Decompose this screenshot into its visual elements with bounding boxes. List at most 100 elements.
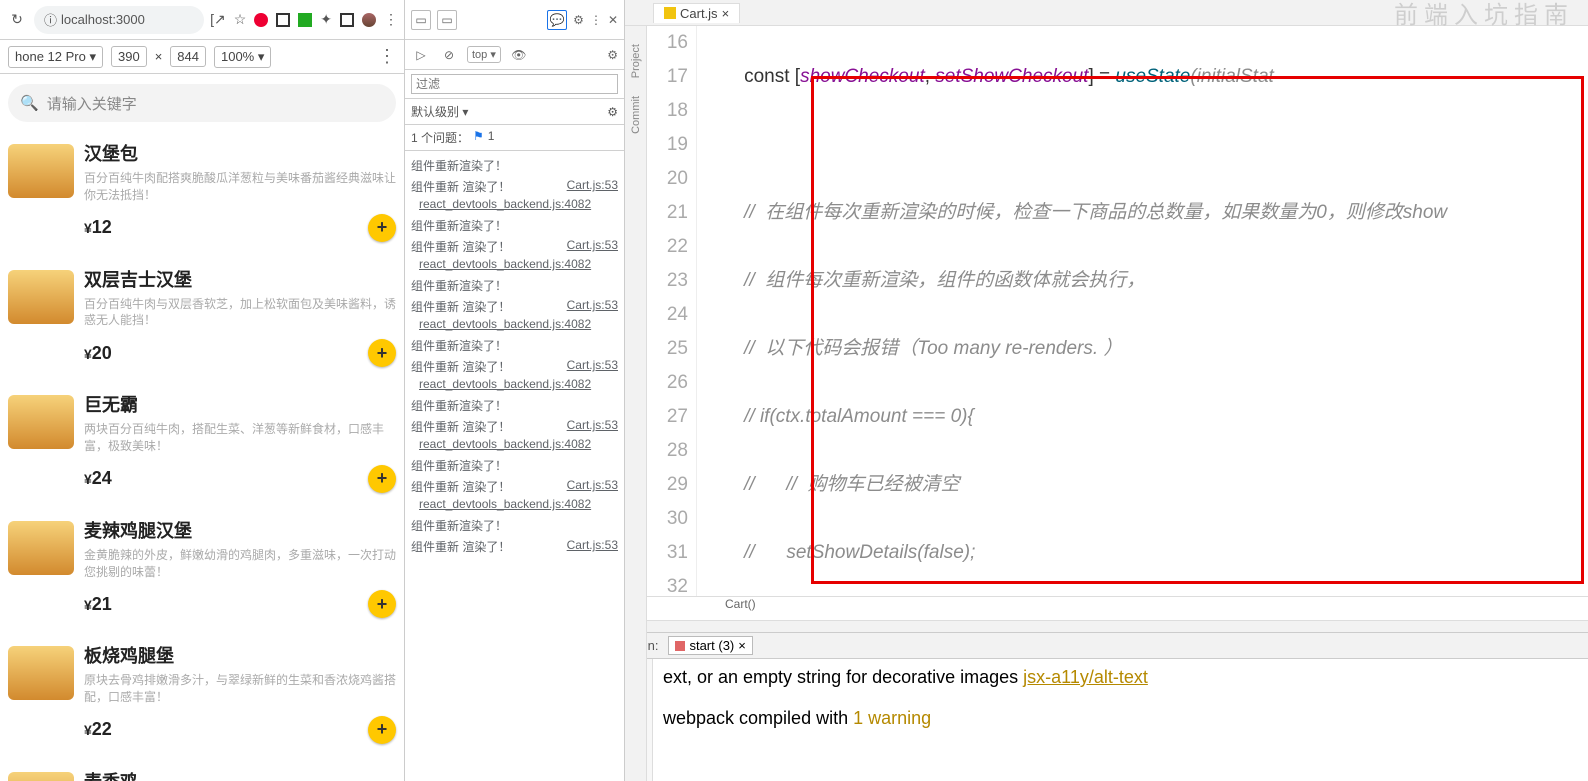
h-scroll[interactable]: [625, 620, 1588, 632]
product-title: 麦香鸡: [84, 768, 396, 781]
code-editor[interactable]: 1617181920212223242526272829303132 const…: [625, 26, 1588, 596]
log-source[interactable]: react_devtools_backend.js:4082: [405, 317, 624, 335]
log-line: 组件重新 渲染了！Cart.js:53: [405, 416, 624, 437]
star-icon[interactable]: ☆: [234, 11, 247, 28]
log-source[interactable]: Cart.js:53: [567, 358, 618, 375]
add-button[interactable]: +: [368, 465, 396, 493]
product-thumb: [8, 144, 74, 198]
log-source[interactable]: react_devtools_backend.js:4082: [405, 497, 624, 515]
log-line: 组件重新渲染了！: [405, 515, 624, 536]
ide-pane: Project Commit Cart.js × 前端入坑指南 16171819…: [625, 0, 1588, 781]
file-tab[interactable]: Cart.js ×: [653, 3, 740, 23]
more-icon[interactable]: ⋮: [590, 13, 602, 27]
console-tab[interactable]: 💬: [547, 10, 567, 30]
close-icon[interactable]: ✕: [608, 13, 618, 27]
filter-input[interactable]: [411, 74, 618, 94]
log-line: 组件重新渲染了！: [405, 395, 624, 416]
product-card: 板烧鸡腿堡原块去骨鸡排嫩滑多汁，与翠绿新鲜的生菜和香浓烧鸡酱搭配，口感丰富！¥2…: [8, 642, 396, 744]
run-toolbar: Run: start (3) ×: [625, 632, 1588, 658]
log-source[interactable]: react_devtools_backend.js:4082: [405, 197, 624, 215]
product-desc: 原块去骨鸡排嫩滑多汁，与翠绿新鲜的生菜和香浓烧鸡酱搭配，口感丰富！: [84, 672, 396, 706]
tool-strip: Project Commit: [625, 26, 647, 781]
close-icon[interactable]: ×: [738, 638, 746, 653]
issues-row[interactable]: 1 个问题： ⚑ 1: [405, 125, 624, 151]
add-button[interactable]: +: [368, 214, 396, 242]
puzzle-icon[interactable]: ✦: [320, 11, 332, 28]
js-icon: [664, 7, 676, 19]
search-input[interactable]: 🔍 请输入关键字: [8, 84, 396, 122]
project-tab[interactable]: Project: [630, 44, 642, 78]
search-icon: 🔍: [20, 94, 39, 112]
ext-icon-1[interactable]: [254, 13, 268, 27]
terminal: ▶ ✶ ■ ▮ ☐ ext, or an empty string for de…: [625, 658, 1588, 781]
log-line: 组件重新渲染了！: [405, 155, 624, 176]
log-line: 组件重新渲染了！: [405, 335, 624, 356]
log-line: 组件重新渲染了！: [405, 455, 624, 476]
product-price: ¥20: [84, 343, 112, 364]
ext-icon-2[interactable]: [276, 13, 290, 27]
gear-icon[interactable]: ⚙: [607, 48, 618, 62]
level-row[interactable]: 默认级别 ▾ ⚙: [405, 99, 624, 125]
tab-label: Cart.js: [680, 6, 718, 21]
log-source[interactable]: Cart.js:53: [567, 178, 618, 195]
share-icon[interactable]: [↗: [210, 11, 226, 28]
zoom-select[interactable]: 100% ▾: [214, 46, 271, 68]
ext-icon-3[interactable]: [298, 13, 312, 27]
product-thumb: [8, 772, 74, 781]
device-width[interactable]: 390: [111, 46, 147, 67]
log-source[interactable]: Cart.js:53: [567, 538, 618, 555]
log-source[interactable]: Cart.js:53: [567, 478, 618, 495]
log-source[interactable]: Cart.js:53: [567, 238, 618, 255]
add-button[interactable]: +: [368, 339, 396, 367]
log-source[interactable]: Cart.js:53: [567, 418, 618, 435]
issue-count: 1: [488, 129, 495, 146]
run-config-label: start (3): [689, 638, 734, 653]
line-gutter: 1617181920212223242526272829303132: [649, 26, 697, 596]
inspect-icon[interactable]: ▭: [411, 10, 431, 30]
device-toolbar: hone 12 Pro ▾ 390 × 844 100% ▾ ⋮: [0, 40, 404, 74]
product-thumb: [8, 270, 74, 324]
device-icon[interactable]: ▭: [437, 10, 457, 30]
log-line: 组件重新 渲染了！Cart.js:53: [405, 236, 624, 257]
product-thumb: [8, 646, 74, 700]
commit-tab[interactable]: Commit: [630, 96, 642, 134]
product-price: ¥24: [84, 468, 112, 489]
log-source[interactable]: react_devtools_backend.js:4082: [405, 257, 624, 275]
avatar[interactable]: [362, 13, 376, 27]
context-select[interactable]: top ▾: [467, 46, 501, 63]
product-title: 麦辣鸡腿汉堡: [84, 517, 396, 543]
code-area[interactable]: const [showCheckout, setShowCheckout] = …: [713, 26, 1588, 596]
level-select[interactable]: 默认级别 ▾: [411, 103, 468, 120]
product-card: 巨无霸两块百分百纯牛肉，搭配生菜、洋葱等新鲜食材，口感丰富，极致美味！¥24+: [8, 391, 396, 493]
log-source[interactable]: Cart.js:53: [567, 298, 618, 315]
info-icon: ⓘ: [44, 10, 57, 29]
add-button[interactable]: +: [368, 590, 396, 618]
product-title: 巨无霸: [84, 391, 396, 417]
close-icon[interactable]: ×: [722, 6, 730, 21]
gear-icon[interactable]: ⚙: [573, 13, 584, 27]
terminal-output[interactable]: ext, or an empty string for decorative i…: [653, 659, 1588, 781]
issues-label: 1 个问题：: [411, 129, 469, 146]
gear-icon[interactable]: ⚙: [607, 105, 618, 119]
log-source[interactable]: react_devtools_backend.js:4082: [405, 437, 624, 455]
run-config[interactable]: start (3) ×: [668, 636, 752, 655]
lint-link[interactable]: jsx-a11y/alt-text: [1023, 667, 1148, 687]
kebab-icon[interactable]: ⋮: [384, 11, 398, 28]
device-height[interactable]: 844: [170, 46, 206, 67]
devtools-pane: ▭ ▭ 💬 ⚙ ⋮ ✕ ▷ ⊘ top ▾ 👁 ⚙ 默认级别 ▾ ⚙ 1 个问题…: [405, 0, 625, 781]
phone-viewport: 🔍 请输入关键字 汉堡包百分百纯牛肉配搭爽脆酸瓜洋葱粒与美味番茄酱经典滋味让你无…: [0, 74, 404, 781]
add-button[interactable]: +: [368, 716, 396, 744]
panel-icon[interactable]: [340, 13, 354, 27]
url-field[interactable]: ⓘ localhost:3000: [34, 6, 204, 34]
more-icon[interactable]: ⋮: [378, 46, 396, 67]
eye-icon[interactable]: 👁: [509, 48, 529, 62]
browser-pane: ↻ ⓘ localhost:3000 [↗ ☆ ✦ ⋮ hone 12 Pro …: [0, 0, 405, 781]
console-toolbar: ▷ ⊘ top ▾ 👁 ⚙: [405, 40, 624, 70]
reload-icon[interactable]: ↻: [6, 11, 28, 28]
stop-icon[interactable]: ⊘: [439, 48, 459, 62]
breadcrumb[interactable]: Cart(): [625, 596, 1588, 620]
log-source[interactable]: react_devtools_backend.js:4082: [405, 377, 624, 395]
clear-icon[interactable]: ▷: [411, 48, 431, 62]
product-thumb: [8, 521, 74, 575]
device-select[interactable]: hone 12 Pro ▾: [8, 46, 103, 68]
